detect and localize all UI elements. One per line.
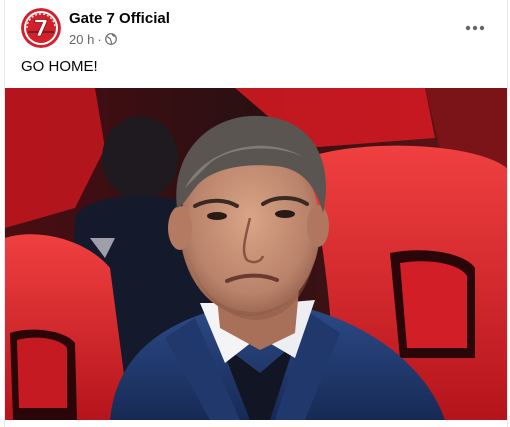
gate7-logo: 7 — [21, 8, 61, 48]
post-text: GO HOME! — [21, 58, 98, 75]
post-footer-edge — [5, 420, 507, 427]
globe-icon[interactable] — [104, 33, 117, 45]
page-name[interactable]: Gate 7 Official — [69, 10, 170, 27]
more-options-icon — [465, 25, 485, 31]
post-header: 7 Gate 7 Official 20 h · — [5, 0, 507, 56]
post-meta: 20 h · — [69, 31, 117, 47]
post-timestamp[interactable]: 20 h — [69, 32, 94, 47]
post-photo[interactable] — [5, 88, 507, 420]
coach-photo — [5, 88, 507, 420]
feed-post: 7 Gate 7 Official 20 h · GO HOME! — [4, 0, 508, 427]
svg-text:7: 7 — [33, 17, 48, 42]
meta-separator: · — [97, 31, 102, 47]
more-options-button[interactable] — [457, 10, 493, 46]
page-avatar[interactable]: 7 — [21, 8, 61, 48]
